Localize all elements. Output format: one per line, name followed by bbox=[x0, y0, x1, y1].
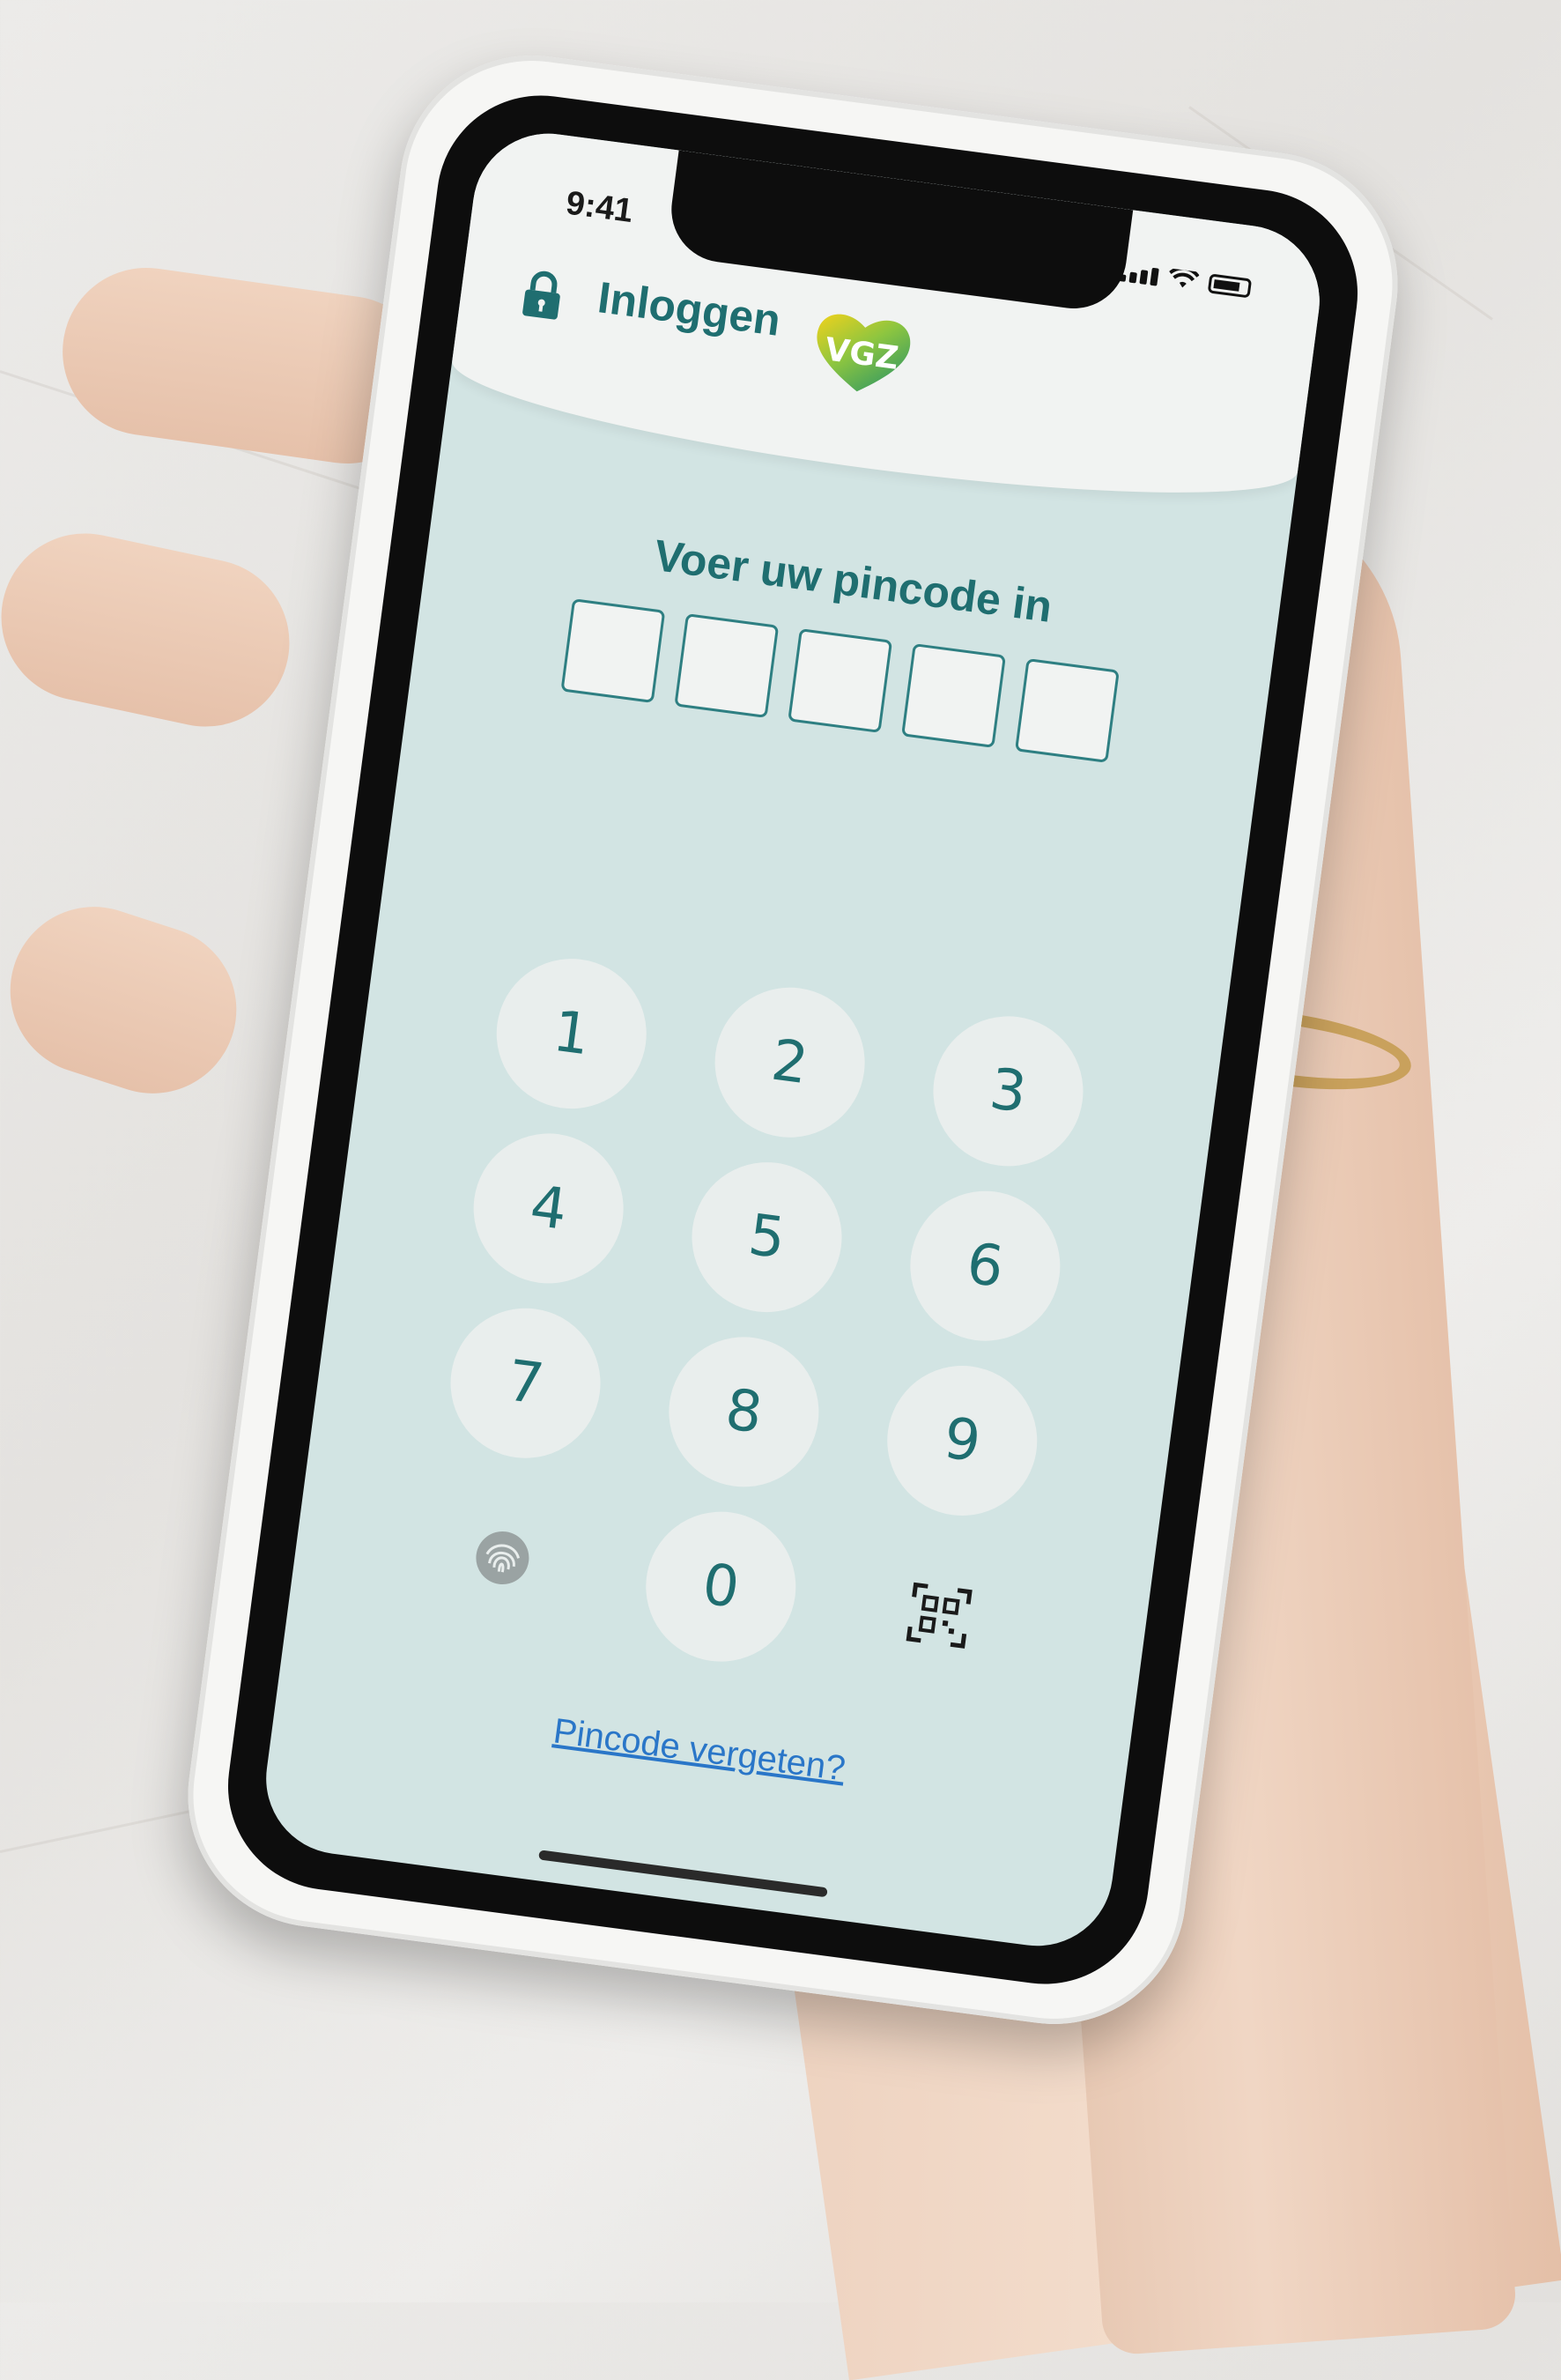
key-2[interactable]: 2 bbox=[706, 978, 874, 1147]
key-8[interactable]: 8 bbox=[660, 1327, 828, 1496]
key-7[interactable]: 7 bbox=[441, 1299, 610, 1468]
phone-screen: 9:41 Inloggen VGZ Voer uw pincode in 1 2… bbox=[256, 124, 1329, 1955]
pin-digit-4[interactable] bbox=[901, 643, 1006, 748]
key-1[interactable]: 1 bbox=[487, 949, 656, 1118]
battery-icon bbox=[1207, 273, 1253, 299]
pin-digit-1[interactable] bbox=[560, 598, 666, 704]
page-title: Inloggen bbox=[595, 272, 784, 345]
fingerprint-icon bbox=[476, 1531, 529, 1585]
vgz-logo: VGZ bbox=[804, 301, 921, 403]
pin-digit-2[interactable] bbox=[674, 613, 780, 719]
key-6[interactable]: 6 bbox=[900, 1182, 1069, 1351]
qr-scan-button[interactable] bbox=[855, 1531, 1024, 1700]
home-indicator[interactable] bbox=[538, 1850, 828, 1898]
phone-bezel: 9:41 Inloggen VGZ Voer uw pincode in 1 2… bbox=[215, 83, 1371, 1997]
lock-icon bbox=[522, 271, 560, 320]
key-5[interactable]: 5 bbox=[683, 1153, 851, 1322]
qr-code-icon bbox=[906, 1582, 973, 1649]
wifi-icon bbox=[1169, 268, 1200, 288]
status-time: 9:41 bbox=[564, 184, 635, 231]
key-4[interactable]: 4 bbox=[464, 1124, 633, 1293]
finger bbox=[0, 517, 306, 743]
key-3[interactable]: 3 bbox=[924, 1007, 1092, 1175]
status-icons bbox=[1118, 262, 1253, 299]
pin-digit-3[interactable] bbox=[788, 628, 893, 733]
pin-digit-5[interactable] bbox=[1014, 657, 1120, 763]
key-0[interactable]: 0 bbox=[636, 1502, 805, 1672]
finger bbox=[0, 885, 258, 1116]
numeric-keypad: 1 2 3 4 5 6 7 8 9 0 bbox=[288, 932, 1222, 1716]
key-9[interactable]: 9 bbox=[877, 1356, 1047, 1525]
fingerprint-button[interactable] bbox=[418, 1474, 587, 1642]
